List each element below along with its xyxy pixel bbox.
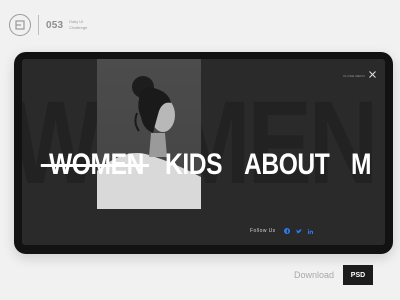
follow-label: Follow Us <box>250 228 276 234</box>
close-icon[interactable] <box>368 70 377 79</box>
brand-subtitle: Daily UI Challenge <box>69 19 87 31</box>
close-menu-label: CLOSE MENU <box>343 74 365 78</box>
nav-item-women[interactable]: WOMEN <box>40 150 149 180</box>
linkedin-icon[interactable] <box>306 226 316 236</box>
brand-divider <box>38 15 39 35</box>
nav-item-more[interactable]: M <box>351 150 371 180</box>
twitter-icon[interactable] <box>294 226 304 236</box>
model-photo <box>97 59 201 209</box>
follow-us: Follow Us <box>250 226 318 236</box>
nav-item-about[interactable]: ABOUT <box>244 150 330 180</box>
menu-screen: WOMEN CLOSE MENU <box>22 59 385 245</box>
main-nav: WOMEN KIDS ABOUT M <box>40 150 381 180</box>
nav-item-kids[interactable]: KIDS <box>165 150 223 180</box>
challenge-number: 053 <box>46 19 64 31</box>
download-link[interactable]: Download <box>294 270 334 280</box>
brand-subtitle-line2: Challenge <box>69 25 88 30</box>
brand-logo-icon <box>9 14 31 36</box>
brand: 053 Daily UI Challenge <box>9 14 87 36</box>
facebook-icon[interactable] <box>282 226 292 236</box>
strikethrough-line <box>40 164 149 167</box>
device-frame: WOMEN CLOSE MENU <box>14 52 393 254</box>
psd-button[interactable]: PSD <box>343 265 373 285</box>
